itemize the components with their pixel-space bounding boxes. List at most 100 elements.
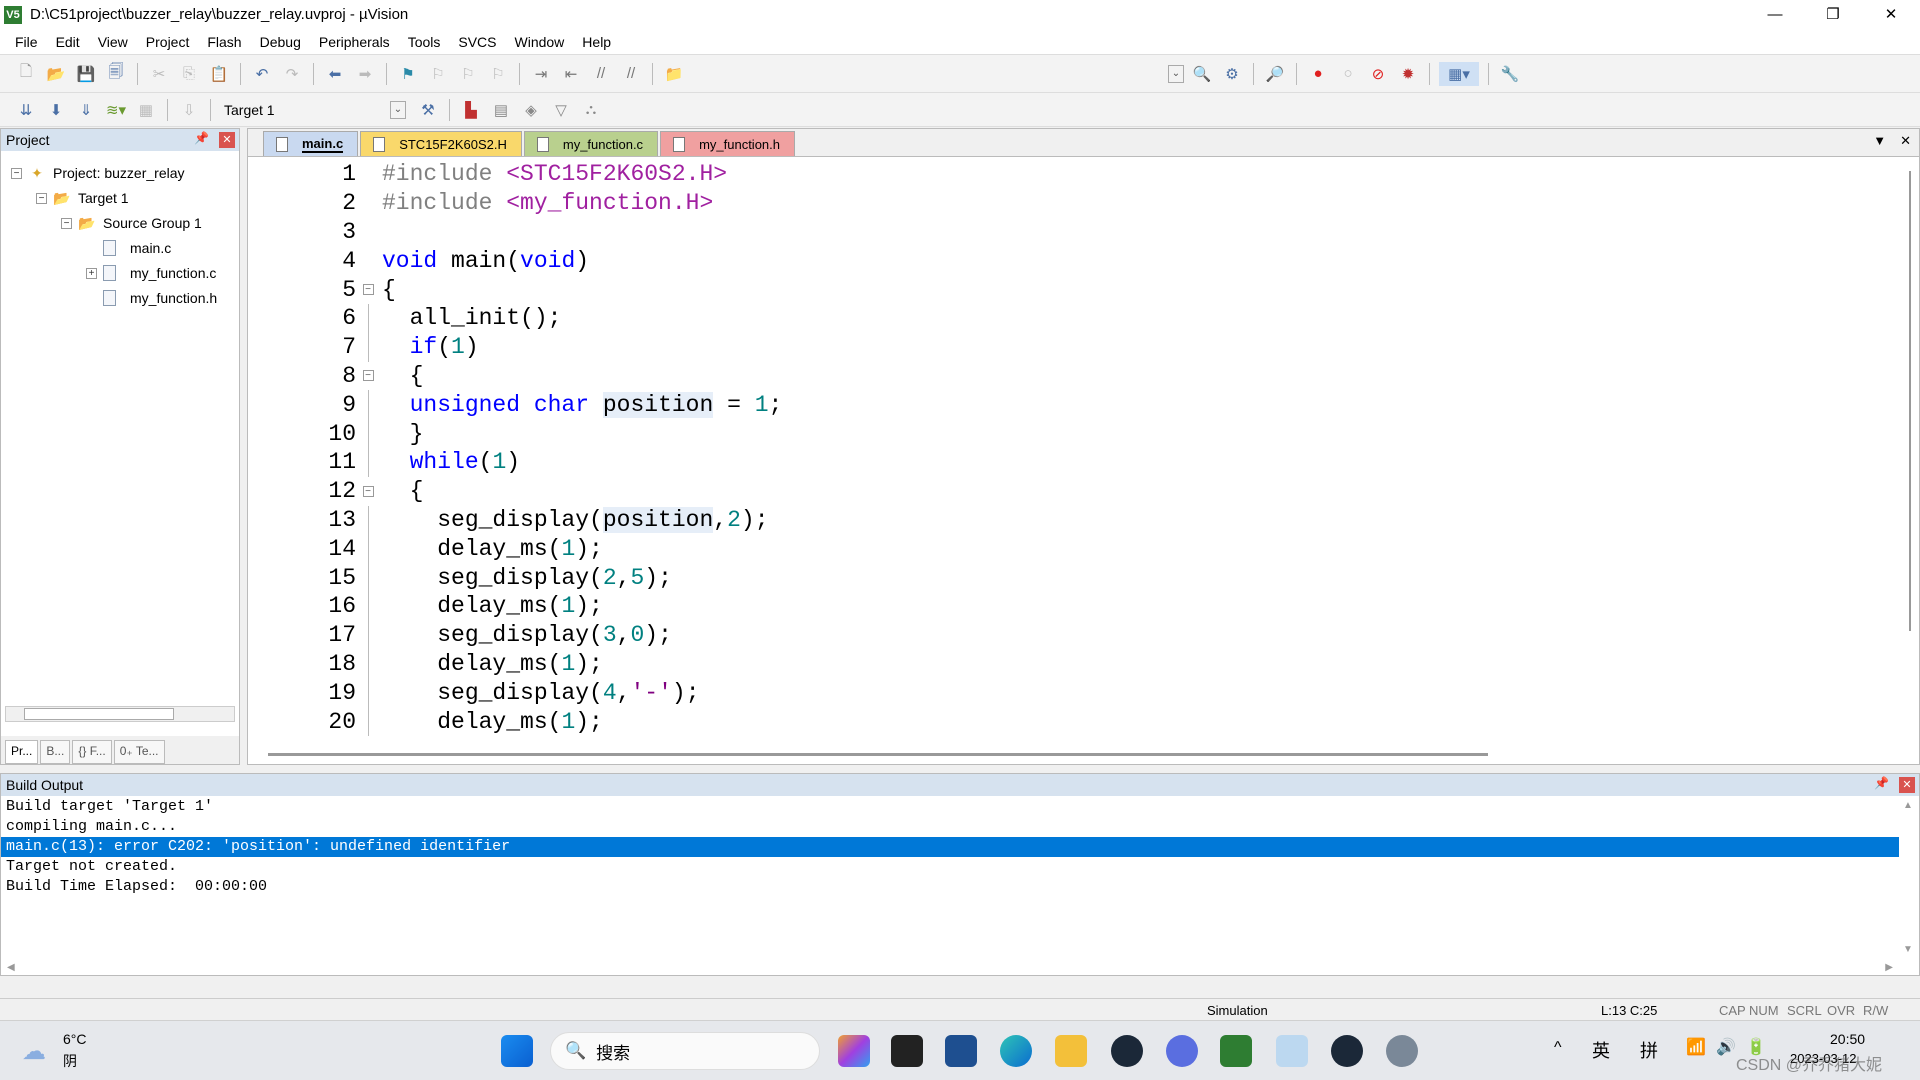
tab-stc15f2k60s2-h[interactable]: STC15F2K60S2.H — [360, 131, 522, 156]
tab-list-dropdown-icon[interactable]: ▼ — [1873, 133, 1886, 149]
select-packs-icon[interactable]: ▤ — [489, 98, 513, 122]
menu-flash[interactable]: Flash — [198, 34, 250, 50]
menu-project[interactable]: Project — [137, 34, 199, 50]
editor-horizontal-scrollbar[interactable] — [268, 753, 1488, 756]
build-vertical-scrollbar[interactable]: ▲ ▼ — [1903, 800, 1917, 955]
build-output-text[interactable]: Build target 'Target 1' compiling main.c.… — [1, 797, 1899, 897]
target-options-icon[interactable]: ⚒ — [416, 98, 440, 122]
scroll-right-icon[interactable]: ▶ — [1885, 962, 1893, 973]
taskbar-search[interactable]: 🔍 搜索 — [550, 1032, 820, 1070]
close-panel-icon[interactable]: ✕ — [219, 132, 235, 148]
close-button[interactable]: ✕ — [1862, 0, 1920, 29]
uvision-taskbar-icon[interactable] — [1220, 1035, 1252, 1067]
stop-build-icon[interactable]: ▦ — [134, 98, 158, 122]
start-button[interactable] — [501, 1035, 533, 1067]
copy-icon[interactable]: ⎘ — [177, 62, 201, 86]
minimize-button[interactable]: — — [1746, 0, 1804, 29]
menu-edit[interactable]: Edit — [47, 34, 89, 50]
fold-collapse-icon[interactable]: − — [362, 370, 374, 382]
debug-session-icon[interactable]: ⚙ — [1220, 62, 1244, 86]
unindent-icon[interactable]: ⇤ — [559, 62, 583, 86]
menu-peripherals[interactable]: Peripherals — [310, 34, 399, 50]
weather-desc[interactable]: 阴 — [63, 1051, 77, 1071]
save-all-icon[interactable]: 🗐 — [104, 62, 128, 86]
menu-window[interactable]: Window — [506, 34, 574, 50]
horizontal-scrollbar[interactable] — [5, 706, 235, 722]
pack-installer-icon[interactable]: ⛬ — [579, 98, 603, 122]
translate-icon[interactable]: ⇊ — [14, 98, 38, 122]
editor-vertical-scrollbar[interactable] — [1905, 161, 1917, 761]
clock-time[interactable]: 20:50 — [1830, 1031, 1865, 1047]
close-panel-icon[interactable]: ✕ — [1899, 777, 1915, 793]
chevron-down-icon[interactable]: ⌄ — [390, 100, 406, 119]
menu-view[interactable]: View — [89, 34, 137, 50]
task-view-icon[interactable] — [891, 1035, 923, 1067]
paste-icon[interactable]: 📋 — [207, 62, 231, 86]
scroll-left-icon[interactable]: ◀ — [7, 962, 15, 973]
menu-svcs[interactable]: SVCS — [449, 34, 505, 50]
output-line[interactable]: Target not created. — [1, 857, 1899, 877]
tree-item[interactable]: + my_function.c — [86, 262, 216, 284]
bookmark-icon[interactable]: ⚑ — [396, 62, 420, 86]
fold-collapse-icon[interactable]: − — [362, 485, 374, 497]
error-line[interactable]: main.c(13): error C202: 'position': unde… — [1, 837, 1899, 857]
tree-item[interactable]: my_function.h — [86, 287, 217, 309]
steam-icon[interactable] — [1111, 1035, 1143, 1067]
tree-expander-icon[interactable]: − — [61, 217, 72, 229]
ime-lang[interactable]: 英 — [1592, 1037, 1610, 1063]
close-tab-icon[interactable]: ✕ — [1900, 133, 1911, 149]
panel-tab[interactable]: Pr... — [5, 740, 39, 764]
kill-breakpoints-icon[interactable]: ✹ — [1396, 62, 1420, 86]
enable-breakpoint-icon[interactable]: ○ — [1336, 62, 1360, 86]
download-icon[interactable]: ⇩ — [177, 98, 201, 122]
open-file-icon[interactable]: 📂 — [44, 62, 68, 86]
tree-expander-icon[interactable]: + — [86, 267, 97, 279]
menu-help[interactable]: Help — [573, 34, 620, 50]
output-line[interactable]: Build target 'Target 1' — [1, 797, 1899, 817]
cut-icon[interactable]: ✂ — [147, 62, 171, 86]
file-explorer-icon[interactable] — [1055, 1035, 1087, 1067]
panel-tab[interactable]: {} F... — [72, 740, 112, 764]
build-icon[interactable]: ⬇ — [44, 98, 68, 122]
copilot-icon[interactable] — [838, 1035, 870, 1067]
insert-breakpoint-icon[interactable]: ● — [1306, 62, 1330, 86]
tree-item[interactable]: − ✦ Project: buzzer_relay — [11, 162, 185, 184]
output-line[interactable]: compiling main.c... — [1, 817, 1899, 837]
tab-my-function-h[interactable]: my_function.h — [660, 131, 795, 156]
store-icon[interactable] — [945, 1035, 977, 1067]
panel-tab[interactable]: B... — [40, 740, 71, 764]
disable-breakpoints-icon[interactable]: ⊘ — [1366, 62, 1390, 86]
find-dropdown-icon[interactable]: ⌄ — [1168, 64, 1184, 83]
weather-temp[interactable]: 6°C — [63, 1031, 87, 1047]
incremental-find-icon[interactable]: 🔍 — [1190, 62, 1214, 86]
browser-icon[interactable] — [1166, 1035, 1198, 1067]
tab-my-function-c[interactable]: my_function.c — [523, 131, 659, 156]
comment-icon[interactable]: // — [589, 62, 613, 86]
prev-bookmark-icon[interactable]: ⚐ — [426, 62, 450, 86]
batch-build-icon[interactable]: ≋▾ — [104, 98, 128, 122]
tree-item[interactable]: − 📂 Source Group 1 — [61, 212, 202, 234]
menu-tools[interactable]: Tools — [399, 34, 450, 50]
tree-expander-icon[interactable]: − — [36, 192, 47, 204]
redo-icon[interactable]: ↷ — [280, 62, 304, 86]
target-select[interactable]: Target 1 ⌄ — [220, 98, 410, 122]
ime-mode[interactable]: 拼 — [1640, 1037, 1658, 1063]
new-file-icon[interactable]: 🗋 — [14, 62, 38, 86]
manage-components-icon[interactable]: ▙ — [459, 98, 483, 122]
volume-icon[interactable]: 🔊 — [1716, 1037, 1736, 1057]
restore-button[interactable]: ❐ — [1804, 0, 1862, 29]
pin-icon[interactable]: 📌 — [1874, 776, 1889, 790]
navigate-back-icon[interactable]: ⬅ — [323, 62, 347, 86]
zoom-debug-icon[interactable]: 🔎 — [1263, 62, 1287, 86]
save-icon[interactable]: 💾 — [74, 62, 98, 86]
fold-collapse-icon[interactable]: − — [362, 284, 374, 296]
window-layout-icon[interactable]: ▦▾ — [1439, 61, 1479, 86]
tree-item[interactable]: − 📂 Target 1 — [36, 187, 129, 209]
edge-icon[interactable] — [1000, 1035, 1032, 1067]
pin-icon[interactable]: 📌 — [194, 131, 209, 145]
rebuild-icon[interactable]: ⇓ — [74, 98, 98, 122]
undo-icon[interactable]: ↶ — [250, 62, 274, 86]
find-in-files-icon[interactable]: 📁 — [662, 62, 686, 86]
tab-main-c[interactable]: main.c — [263, 131, 359, 156]
wifi-icon[interactable]: 📶 — [1686, 1037, 1706, 1057]
